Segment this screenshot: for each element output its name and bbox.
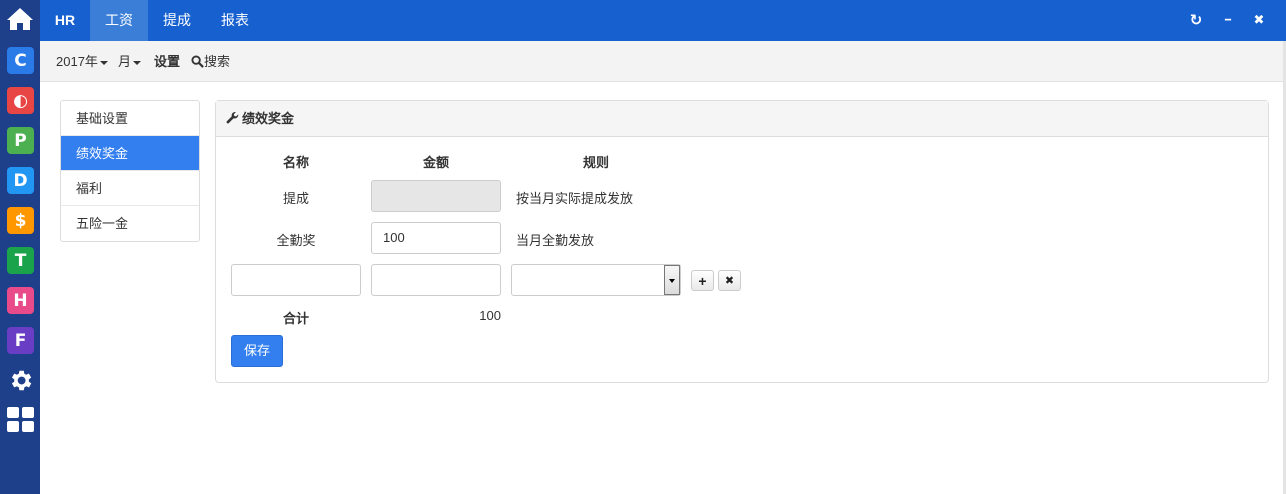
wrench-icon bbox=[226, 102, 239, 138]
column-header-amount: 金额 bbox=[422, 155, 449, 170]
chevron-down-icon bbox=[133, 60, 142, 65]
app-f-icon[interactable]: F bbox=[7, 327, 34, 354]
settings-button[interactable]: 设置 bbox=[154, 41, 180, 82]
add-row-button[interactable]: + bbox=[691, 270, 714, 291]
toolbar: 2017年 月 设置 搜索 bbox=[40, 41, 1286, 82]
column-header-name: 名称 bbox=[282, 155, 309, 170]
refresh-icon[interactable]: ↻ bbox=[1187, 11, 1205, 29]
row-name-attendance-bonus: 全勤奖 bbox=[276, 233, 316, 248]
app-t-icon[interactable]: T bbox=[7, 247, 34, 274]
minimize-icon[interactable]: ━ bbox=[1219, 11, 1237, 29]
home-icon[interactable] bbox=[6, 6, 34, 32]
row-rule-attendance-bonus: 当月全勤发放 bbox=[516, 233, 595, 248]
new-item-rule-select[interactable] bbox=[511, 264, 681, 296]
new-item-name-input[interactable] bbox=[231, 264, 361, 296]
save-button[interactable]: 保存 bbox=[231, 335, 283, 367]
plus-icon: + bbox=[698, 272, 707, 289]
top-navbar: HR 工资 提成 报表 ↻ ━ ✖ bbox=[40, 0, 1286, 41]
close-icon: ✖ bbox=[724, 275, 735, 287]
column-header-rule: 规则 bbox=[582, 155, 609, 170]
menu-item-social-insurance[interactable]: 五险一金 bbox=[61, 206, 199, 241]
panel-header: 绩效奖金 bbox=[216, 101, 1268, 137]
app-h-icon[interactable]: H bbox=[7, 287, 34, 314]
gear-icon[interactable] bbox=[7, 367, 34, 394]
app-c-icon[interactable]: C bbox=[7, 47, 34, 74]
menu-item-performance-bonus[interactable]: 绩效奖金 bbox=[61, 136, 199, 171]
rule-select-value bbox=[512, 272, 522, 287]
row-name-commission: 提成 bbox=[282, 191, 309, 206]
chevron-down-icon bbox=[99, 60, 108, 65]
month-dropdown[interactable]: 月 bbox=[118, 41, 142, 82]
tab-reports[interactable]: 报表 bbox=[206, 0, 264, 41]
row-rule-commission: 按当月实际提成发放 bbox=[516, 191, 634, 206]
total-value: 100 bbox=[479, 308, 501, 323]
panel-title: 绩效奖金 bbox=[242, 111, 295, 126]
app-half-circle-icon[interactable]: ◐ bbox=[7, 87, 34, 114]
month-label: 月 bbox=[118, 54, 132, 69]
brand-label[interactable]: HR bbox=[40, 0, 90, 41]
app-d-icon[interactable]: D bbox=[7, 167, 34, 194]
chevron-down-icon[interactable] bbox=[664, 265, 680, 295]
app-p-icon[interactable]: P bbox=[7, 127, 34, 154]
tab-salary[interactable]: 工资 bbox=[90, 0, 148, 41]
close-icon[interactable]: ✖ bbox=[1250, 11, 1268, 29]
settings-menu: 基础设置 绩效奖金 福利 五险一金 bbox=[60, 100, 200, 242]
tab-commission[interactable]: 提成 bbox=[148, 0, 206, 41]
remove-row-button[interactable]: ✖ bbox=[718, 270, 741, 291]
search-label: 搜索 bbox=[204, 54, 231, 69]
year-dropdown[interactable]: 2017年 bbox=[56, 41, 108, 82]
search-button[interactable]: 搜索 bbox=[191, 41, 230, 82]
year-label: 2017年 bbox=[56, 54, 98, 69]
app-dollar-icon[interactable]: $ bbox=[7, 207, 34, 234]
search-icon bbox=[191, 55, 204, 68]
app-launcher-sidebar: C ◐ P D $ T H F bbox=[0, 0, 40, 494]
menu-item-welfare[interactable]: 福利 bbox=[61, 171, 199, 206]
attendance-bonus-amount-input[interactable]: 100 bbox=[371, 222, 501, 254]
total-label: 合计 bbox=[282, 311, 309, 326]
menu-item-basic-settings[interactable]: 基础设置 bbox=[61, 101, 199, 136]
new-item-amount-input[interactable] bbox=[371, 264, 501, 296]
bonus-panel: 绩效奖金 名称 金额 规则 提成 按当月实际提成发放 全勤奖 100 当月全勤发… bbox=[215, 100, 1269, 383]
apps-grid-icon[interactable] bbox=[7, 407, 34, 432]
commission-amount-input bbox=[371, 180, 501, 212]
